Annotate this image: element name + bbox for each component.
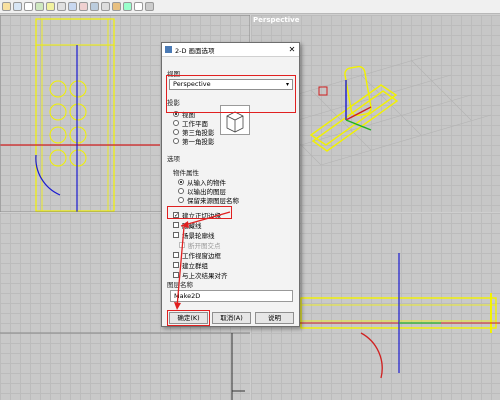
tool-icon[interactable]	[90, 2, 99, 11]
close-icon[interactable]: ✕	[285, 45, 299, 54]
tool-icon[interactable]	[35, 2, 44, 11]
dialog-titlebar: 2-D 画面选项 ✕	[162, 43, 299, 57]
dialog-title: 2-D 画面选项	[175, 46, 215, 55]
toolbar	[0, 0, 500, 14]
object-props-label: 物件属性	[173, 169, 199, 177]
checkbox-create-group[interactable]: 建立群组	[173, 260, 208, 270]
radio-indicator	[178, 188, 184, 194]
section-options: 选项	[167, 155, 180, 163]
checkbox-box	[173, 272, 179, 278]
radio-indicator	[173, 138, 179, 144]
checkbox-box	[173, 222, 179, 228]
tool-icon[interactable]	[145, 2, 154, 11]
tool-icon[interactable]	[46, 2, 55, 11]
radio-indicator	[178, 179, 184, 185]
viewport-title-perspective[interactable]: Perspective	[253, 16, 299, 24]
radio-label: 第一角投影	[182, 138, 215, 146]
checkbox-scene-silhouettes[interactable]: 场景轮廓线	[173, 230, 215, 240]
checkbox-label: 断开图交点	[188, 242, 221, 250]
tool-icon[interactable]	[68, 2, 77, 11]
checkbox-box	[173, 262, 179, 268]
layer-name-value: Make2D	[174, 292, 201, 300]
tool-icon[interactable]	[57, 2, 66, 11]
app-icon	[165, 46, 172, 53]
radio-keep-layer-names[interactable]: 保留来源图层名称	[178, 195, 239, 205]
tool-icon[interactable]	[24, 2, 33, 11]
tool-icon[interactable]	[112, 2, 121, 11]
checkbox-label: 建立群组	[182, 262, 208, 270]
checkbox-label: 工作视窗边框	[182, 252, 221, 260]
checkbox-viewport-border[interactable]: 工作视窗边框	[173, 250, 221, 260]
tool-icon[interactable]	[2, 2, 11, 11]
checkbox-label: 场景轮廓线	[182, 232, 215, 240]
radio-indicator	[173, 120, 179, 126]
layer-name-label: 图层名称	[167, 281, 193, 289]
radio-first-angle[interactable]: 第一角投影	[173, 136, 215, 146]
annotation-box-view	[166, 75, 296, 113]
layer-name-input[interactable]: Make2D	[170, 290, 293, 302]
checkbox-break-intersections[interactable]: 断开图交点	[179, 240, 221, 250]
checkbox-box	[173, 252, 179, 258]
tool-icon[interactable]	[134, 2, 143, 11]
annotation-box-tangent	[167, 206, 232, 219]
checkbox-box	[173, 232, 179, 238]
tool-icon[interactable]	[79, 2, 88, 11]
radio-label: 保留来源图层名称	[187, 197, 239, 205]
help-button[interactable]: 说明	[255, 312, 294, 324]
tool-icon[interactable]	[101, 2, 110, 11]
tool-icon[interactable]	[13, 2, 22, 11]
tool-icon[interactable]	[123, 2, 132, 11]
radio-indicator	[178, 197, 184, 203]
radio-indicator	[173, 129, 179, 135]
cancel-button[interactable]: 取消(A)	[212, 312, 251, 324]
make2d-dialog: 2-D 画面选项 ✕ 视图 Perspective ▾ 投影 视图 工作平面 第…	[161, 42, 300, 327]
checkbox-box	[179, 242, 185, 248]
checkbox-label: 隐藏线	[182, 222, 202, 230]
checkbox-hidden-lines[interactable]: 隐藏线	[173, 220, 202, 230]
annotation-box-ok	[167, 310, 210, 326]
